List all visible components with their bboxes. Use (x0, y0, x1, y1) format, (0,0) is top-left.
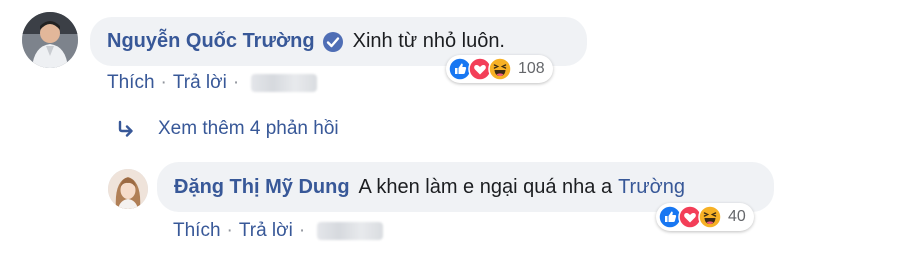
avatar-comment2[interactable] (108, 169, 148, 209)
separator: · (298, 220, 306, 241)
comment2-reaction-count: 40 (728, 208, 746, 225)
comment2-reactions[interactable]: 40 (656, 203, 754, 231)
comment2-mention-link[interactable]: Trường (618, 176, 685, 199)
comment2-like-link[interactable]: Thích (173, 220, 221, 242)
comment2-text: A khen làm e ngại quá nha a (358, 175, 613, 198)
comment1-reaction-count: 108 (518, 60, 545, 77)
avatar-comment1[interactable] (22, 12, 78, 68)
comment1-text: Xinh từ nhỏ luôn. (352, 30, 505, 52)
separator: · (160, 72, 167, 93)
comment2-reply-link[interactable]: Trả lời (239, 220, 293, 242)
comment2-actions: Thích · Trả lời · (173, 220, 384, 242)
comment1-like-link[interactable]: Thích (107, 72, 155, 94)
view-more-replies-label[interactable]: Xem thêm 4 phản hồi (158, 118, 339, 140)
haha-icon (488, 57, 512, 81)
haha-icon (698, 205, 722, 229)
comment1-author[interactable]: Nguyễn Quốc Trường (107, 30, 315, 53)
separator: · (226, 220, 233, 241)
separator: · (232, 72, 240, 93)
reply-arrow-icon (118, 120, 133, 137)
comment2-timestamp-blurred (317, 222, 384, 240)
comment1-reactions[interactable]: 108 (446, 55, 553, 83)
comment1-timestamp-blurred (251, 74, 318, 92)
verified-check-icon (322, 31, 344, 53)
comment1-actions: Thích · Trả lời · (107, 72, 318, 94)
comment1-reply-link[interactable]: Trả lời (173, 72, 227, 94)
comment2-author[interactable]: Đặng Thị Mỹ Dung (174, 176, 350, 199)
view-more-replies-link[interactable]: Xem thêm 4 phản hồi (116, 118, 339, 140)
